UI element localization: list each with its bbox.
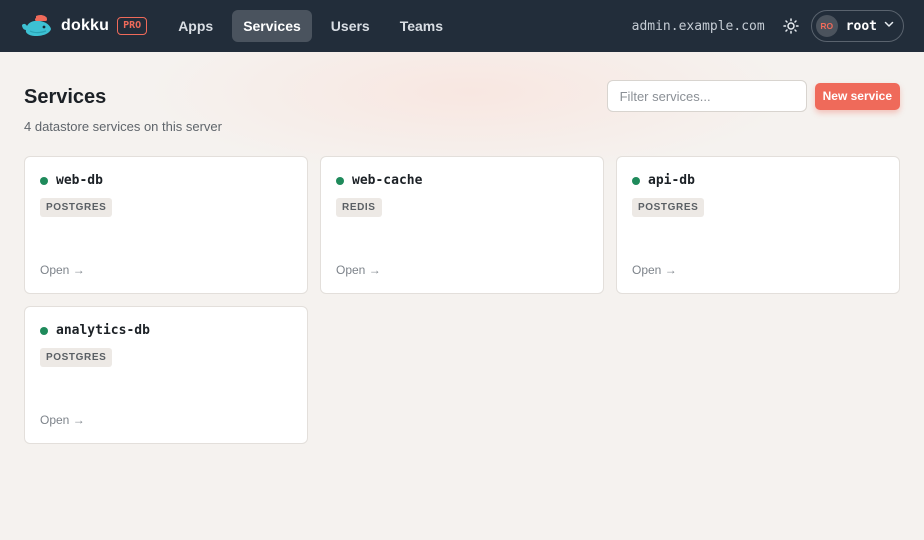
status-dot xyxy=(632,176,640,185)
card-header: analytics-db xyxy=(40,323,292,338)
service-card[interactable]: api-db POSTGRES Open → xyxy=(616,156,900,294)
service-type-badge: POSTGRES xyxy=(40,198,113,217)
service-name: analytics-db xyxy=(56,323,150,338)
server-host: admin.example.com xyxy=(631,18,765,34)
pro-badge: PRO xyxy=(117,17,148,35)
page-subtitle: 4 datastore services on this server xyxy=(24,119,222,134)
main-content: Services 4 datastore services on this se… xyxy=(0,52,924,540)
sun-icon[interactable] xyxy=(781,16,801,36)
top-navbar: dokku PRO Apps Services Users Teams admi… xyxy=(0,0,924,52)
status-dot xyxy=(40,176,48,185)
user-menu[interactable]: RO root xyxy=(810,10,904,42)
service-name: web-cache xyxy=(352,173,423,188)
brand-logo[interactable]: dokku PRO xyxy=(20,14,148,38)
services-grid: web-db POSTGRES Open → web-cache REDIS O… xyxy=(24,156,900,444)
service-type-badge: REDIS xyxy=(336,198,382,217)
nav-item-apps[interactable]: Apps xyxy=(167,10,224,42)
filter-services-input[interactable] xyxy=(606,80,807,112)
service-card[interactable]: web-db POSTGRES Open → xyxy=(24,156,308,294)
service-name: api-db xyxy=(648,173,695,188)
open-link[interactable]: Open → xyxy=(336,263,381,277)
page-title: Services xyxy=(24,86,107,108)
whale-logo-icon xyxy=(20,14,54,38)
open-link[interactable]: Open → xyxy=(40,263,85,277)
status-dot xyxy=(40,326,48,335)
topbar-right: admin.example.com RO root xyxy=(632,10,904,42)
service-type-badge: POSTGRES xyxy=(40,348,113,367)
page-actions: New service xyxy=(606,80,900,112)
service-card[interactable]: web-cache REDIS Open → xyxy=(320,156,604,294)
service-card[interactable]: analytics-db POSTGRES Open → xyxy=(24,306,308,444)
card-header: web-db xyxy=(40,173,292,188)
service-type-badge: POSTGRES xyxy=(632,198,705,217)
nav-item-users[interactable]: Users xyxy=(320,10,381,42)
brand-name: dokku xyxy=(61,17,110,34)
page-heading: Services 4 datastore services on this se… xyxy=(24,86,222,134)
service-name: web-db xyxy=(56,173,103,188)
nav-item-teams[interactable]: Teams xyxy=(389,10,454,42)
card-header: api-db xyxy=(632,173,884,188)
open-link[interactable]: Open → xyxy=(632,263,677,277)
open-link[interactable]: Open → xyxy=(40,413,85,427)
page-header: Services 4 datastore services on this se… xyxy=(24,80,900,134)
new-service-button[interactable]: New service xyxy=(814,82,900,110)
status-dot xyxy=(336,176,344,185)
card-header: web-cache xyxy=(336,173,588,188)
username: root xyxy=(845,18,877,34)
main-nav: Apps Services Users Teams xyxy=(167,10,454,42)
nav-item-services[interactable]: Services xyxy=(232,10,312,42)
avatar: RO xyxy=(815,15,838,37)
chevron-down-icon xyxy=(883,17,895,35)
